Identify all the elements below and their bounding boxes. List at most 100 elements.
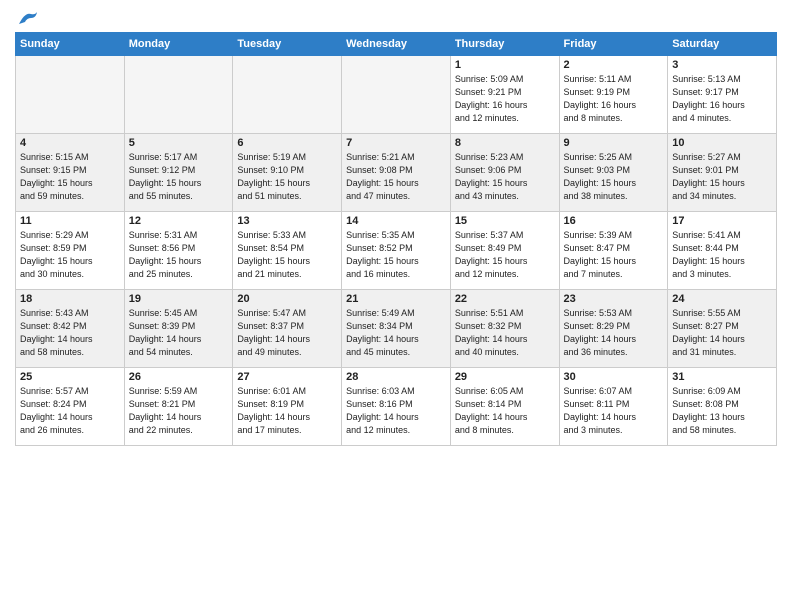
day-info: Sunrise: 5:09 AM Sunset: 9:21 PM Dayligh… xyxy=(455,73,555,125)
day-info: Sunrise: 5:51 AM Sunset: 8:32 PM Dayligh… xyxy=(455,307,555,359)
day-cell: 22 Sunrise: 5:51 AM Sunset: 8:32 PM Dayli… xyxy=(450,290,559,368)
weekday-friday: Friday xyxy=(559,33,668,56)
weekday-wednesday: Wednesday xyxy=(342,33,451,56)
day-info: Sunrise: 5:21 AM Sunset: 9:08 PM Dayligh… xyxy=(346,151,446,203)
day-number: 31 xyxy=(672,371,772,383)
day-number: 7 xyxy=(346,137,446,149)
day-number: 15 xyxy=(455,215,555,227)
day-cell xyxy=(342,56,451,134)
day-number: 21 xyxy=(346,293,446,305)
day-info: Sunrise: 5:43 AM Sunset: 8:42 PM Dayligh… xyxy=(20,307,120,359)
day-info: Sunrise: 6:05 AM Sunset: 8:14 PM Dayligh… xyxy=(455,385,555,437)
day-number: 9 xyxy=(564,137,664,149)
day-cell: 1 Sunrise: 5:09 AM Sunset: 9:21 PM Daylig… xyxy=(450,56,559,134)
day-info: Sunrise: 5:59 AM Sunset: 8:21 PM Dayligh… xyxy=(129,385,229,437)
day-cell: 2 Sunrise: 5:11 AM Sunset: 9:19 PM Daylig… xyxy=(559,56,668,134)
day-number: 6 xyxy=(237,137,337,149)
day-info: Sunrise: 5:25 AM Sunset: 9:03 PM Dayligh… xyxy=(564,151,664,203)
day-number: 18 xyxy=(20,293,120,305)
day-info: Sunrise: 5:23 AM Sunset: 9:06 PM Dayligh… xyxy=(455,151,555,203)
day-cell: 12Sunrise: 5:31 AM Sunset: 8:56 PM Dayli… xyxy=(124,212,233,290)
week-row-1: 1 Sunrise: 5:09 AM Sunset: 9:21 PM Daylig… xyxy=(16,56,777,134)
day-number: 10 xyxy=(672,137,772,149)
day-info: Sunrise: 5:55 AM Sunset: 8:27 PM Dayligh… xyxy=(672,307,772,359)
day-cell: 8 Sunrise: 5:23 AM Sunset: 9:06 PM Daylig… xyxy=(450,134,559,212)
day-info: Sunrise: 5:49 AM Sunset: 8:34 PM Dayligh… xyxy=(346,307,446,359)
day-number: 20 xyxy=(237,293,337,305)
day-cell: 26 Sunrise: 5:59 AM Sunset: 8:21 PM Dayli… xyxy=(124,368,233,446)
day-info: Sunrise: 5:47 AM Sunset: 8:37 PM Dayligh… xyxy=(237,307,337,359)
logo-bird-icon xyxy=(17,10,39,28)
day-info: Sunrise: 5:45 AM Sunset: 8:39 PM Dayligh… xyxy=(129,307,229,359)
day-number: 4 xyxy=(20,137,120,149)
weekday-tuesday: Tuesday xyxy=(233,33,342,56)
day-info: Sunrise: 6:03 AM Sunset: 8:16 PM Dayligh… xyxy=(346,385,446,437)
day-cell: 9 Sunrise: 5:25 AM Sunset: 9:03 PM Daylig… xyxy=(559,134,668,212)
day-number: 26 xyxy=(129,371,229,383)
day-cell: 14 Sunrise: 5:35 AM Sunset: 8:52 PM Dayli… xyxy=(342,212,451,290)
day-number: 2 xyxy=(564,59,664,71)
day-cell: 7 Sunrise: 5:21 AM Sunset: 9:08 PM Daylig… xyxy=(342,134,451,212)
day-cell: 17 Sunrise: 5:41 AM Sunset: 8:44 PM Dayli… xyxy=(668,212,777,290)
day-number: 16 xyxy=(564,215,664,227)
day-cell: 23Sunrise: 5:53 AM Sunset: 8:29 PM Dayli… xyxy=(559,290,668,368)
week-row-5: 25Sunrise: 5:57 AM Sunset: 8:24 PM Dayli… xyxy=(16,368,777,446)
day-info: Sunrise: 5:33 AM Sunset: 8:54 PM Dayligh… xyxy=(237,229,337,281)
day-info: Sunrise: 6:07 AM Sunset: 8:11 PM Dayligh… xyxy=(564,385,664,437)
day-info: Sunrise: 5:53 AM Sunset: 8:29 PM Dayligh… xyxy=(564,307,664,359)
day-number: 28 xyxy=(346,371,446,383)
weekday-sunday: Sunday xyxy=(16,33,125,56)
day-cell: 3Sunrise: 5:13 AM Sunset: 9:17 PM Daylig… xyxy=(668,56,777,134)
day-info: Sunrise: 5:17 AM Sunset: 9:12 PM Dayligh… xyxy=(129,151,229,203)
day-info: Sunrise: 5:19 AM Sunset: 9:10 PM Dayligh… xyxy=(237,151,337,203)
week-row-3: 11Sunrise: 5:29 AM Sunset: 8:59 PM Dayli… xyxy=(16,212,777,290)
weekday-monday: Monday xyxy=(124,33,233,56)
day-info: Sunrise: 5:27 AM Sunset: 9:01 PM Dayligh… xyxy=(672,151,772,203)
day-number: 30 xyxy=(564,371,664,383)
day-cell: 21 Sunrise: 5:49 AM Sunset: 8:34 PM Dayli… xyxy=(342,290,451,368)
day-number: 8 xyxy=(455,137,555,149)
day-number: 14 xyxy=(346,215,446,227)
day-cell: 31 Sunrise: 6:09 AM Sunset: 8:08 PM Dayli… xyxy=(668,368,777,446)
day-number: 3 xyxy=(672,59,772,71)
day-info: Sunrise: 5:41 AM Sunset: 8:44 PM Dayligh… xyxy=(672,229,772,281)
calendar-container: SundayMondayTuesdayWednesdayThursdayFrid… xyxy=(0,0,792,612)
day-cell: 27Sunrise: 6:01 AM Sunset: 8:19 PM Dayli… xyxy=(233,368,342,446)
day-number: 11 xyxy=(20,215,120,227)
day-cell: 18 Sunrise: 5:43 AM Sunset: 8:42 PM Dayli… xyxy=(16,290,125,368)
day-number: 22 xyxy=(455,293,555,305)
day-info: Sunrise: 5:35 AM Sunset: 8:52 PM Dayligh… xyxy=(346,229,446,281)
day-info: Sunrise: 5:57 AM Sunset: 8:24 PM Dayligh… xyxy=(20,385,120,437)
day-cell: 24 Sunrise: 5:55 AM Sunset: 8:27 PM Dayli… xyxy=(668,290,777,368)
day-cell: 4 Sunrise: 5:15 AM Sunset: 9:15 PM Daylig… xyxy=(16,134,125,212)
day-number: 13 xyxy=(237,215,337,227)
calendar-table: SundayMondayTuesdayWednesdayThursdayFrid… xyxy=(15,32,777,446)
day-cell: 16 Sunrise: 5:39 AM Sunset: 8:47 PM Dayli… xyxy=(559,212,668,290)
day-info: Sunrise: 6:01 AM Sunset: 8:19 PM Dayligh… xyxy=(237,385,337,437)
day-info: Sunrise: 5:15 AM Sunset: 9:15 PM Dayligh… xyxy=(20,151,120,203)
day-info: Sunrise: 5:39 AM Sunset: 8:47 PM Dayligh… xyxy=(564,229,664,281)
day-number: 12 xyxy=(129,215,229,227)
day-cell: 13 Sunrise: 5:33 AM Sunset: 8:54 PM Dayli… xyxy=(233,212,342,290)
logo xyxy=(15,10,39,24)
day-cell: 20 Sunrise: 5:47 AM Sunset: 8:37 PM Dayli… xyxy=(233,290,342,368)
day-number: 24 xyxy=(672,293,772,305)
day-cell: 15 Sunrise: 5:37 AM Sunset: 8:49 PM Dayli… xyxy=(450,212,559,290)
day-cell xyxy=(124,56,233,134)
day-cell: 6 Sunrise: 5:19 AM Sunset: 9:10 PM Daylig… xyxy=(233,134,342,212)
day-number: 1 xyxy=(455,59,555,71)
day-cell: 28 Sunrise: 6:03 AM Sunset: 8:16 PM Dayli… xyxy=(342,368,451,446)
day-cell: 25Sunrise: 5:57 AM Sunset: 8:24 PM Dayli… xyxy=(16,368,125,446)
day-cell: 29Sunrise: 6:05 AM Sunset: 8:14 PM Dayli… xyxy=(450,368,559,446)
week-row-4: 18 Sunrise: 5:43 AM Sunset: 8:42 PM Dayli… xyxy=(16,290,777,368)
day-info: Sunrise: 6:09 AM Sunset: 8:08 PM Dayligh… xyxy=(672,385,772,437)
day-cell: 30 Sunrise: 6:07 AM Sunset: 8:11 PM Dayli… xyxy=(559,368,668,446)
day-number: 19 xyxy=(129,293,229,305)
day-info: Sunrise: 5:37 AM Sunset: 8:49 PM Dayligh… xyxy=(455,229,555,281)
header xyxy=(15,10,777,24)
day-cell xyxy=(233,56,342,134)
day-number: 17 xyxy=(672,215,772,227)
day-cell: 11Sunrise: 5:29 AM Sunset: 8:59 PM Dayli… xyxy=(16,212,125,290)
day-cell: 5Sunrise: 5:17 AM Sunset: 9:12 PM Daylig… xyxy=(124,134,233,212)
day-info: Sunrise: 5:11 AM Sunset: 9:19 PM Dayligh… xyxy=(564,73,664,125)
